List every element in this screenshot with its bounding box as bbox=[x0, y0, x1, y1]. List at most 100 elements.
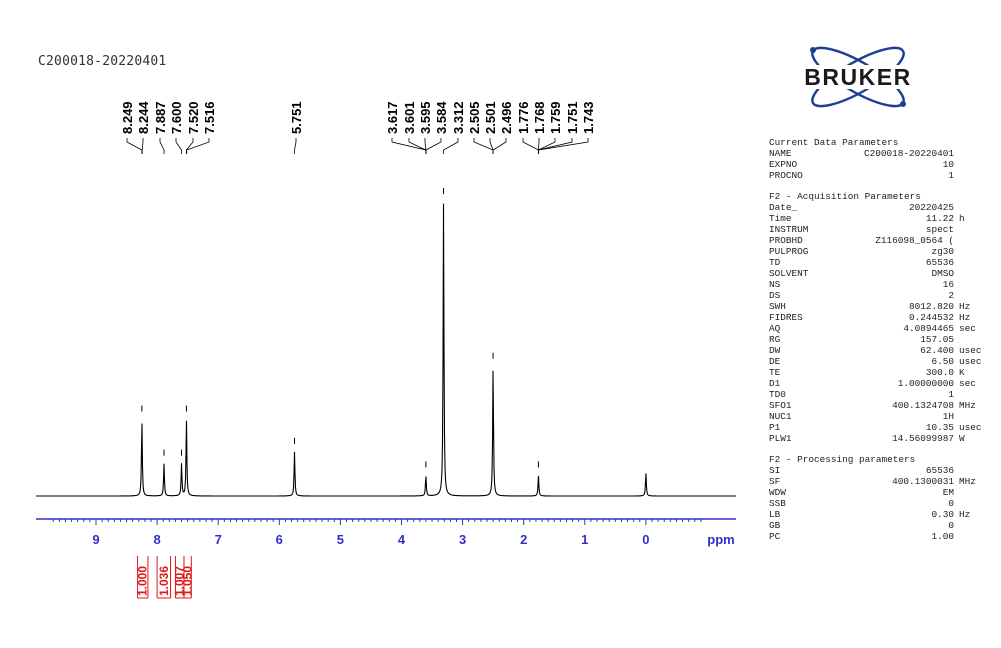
param-row: SWH 8012.820 Hz bbox=[769, 301, 994, 312]
peak-connector bbox=[443, 138, 459, 154]
param-row: WDW EM bbox=[769, 487, 994, 498]
param-value: 300.0 bbox=[925, 367, 954, 378]
param-name: D1 bbox=[769, 378, 781, 389]
param-name: DW bbox=[769, 345, 781, 356]
peak-label: 3.601 bbox=[402, 101, 417, 134]
param-row: LB 0.30 Hz bbox=[769, 509, 994, 520]
param-value: 10.35 bbox=[925, 422, 954, 433]
param-name: INSTRUM bbox=[769, 224, 809, 235]
peak-label: 1.759 bbox=[548, 101, 563, 134]
param-value: 1 bbox=[948, 170, 954, 181]
param-name: Time bbox=[769, 213, 792, 224]
param-value: 10 bbox=[942, 159, 954, 170]
param-value: 1 bbox=[948, 389, 954, 400]
param-unit: h bbox=[959, 213, 965, 224]
peak-label: 1.743 bbox=[581, 101, 596, 134]
param-value: 16 bbox=[942, 279, 954, 290]
peak-connector bbox=[408, 138, 427, 154]
logo-text: BRUKER bbox=[804, 64, 911, 90]
param-unit: usec bbox=[959, 345, 982, 356]
param-name: LB bbox=[769, 509, 781, 520]
x-tick-label: 7 bbox=[215, 532, 222, 547]
integral-value: 1.000 bbox=[136, 566, 150, 596]
param-unit bbox=[954, 170, 959, 181]
param-row: GB 0 bbox=[769, 520, 994, 531]
param-name: PULPROG bbox=[769, 246, 809, 257]
param-unit bbox=[954, 520, 959, 531]
param-unit bbox=[954, 411, 959, 422]
param-name: PC bbox=[769, 531, 781, 542]
param-row: TE 300.0 K bbox=[769, 367, 994, 378]
x-tick-label: 0 bbox=[642, 532, 649, 547]
param-row: SF 400.1300031 MHz bbox=[769, 476, 994, 487]
param-name: NS bbox=[769, 279, 781, 290]
param-value: 1.00000000 bbox=[897, 378, 954, 389]
param-name: SFO1 bbox=[769, 400, 792, 411]
param-name: FIDRES bbox=[769, 312, 803, 323]
x-tick-label: 8 bbox=[153, 532, 160, 547]
param-row: DW 62.400 usec bbox=[769, 345, 994, 356]
param-name: Date_ bbox=[769, 202, 798, 213]
peak-connector bbox=[425, 138, 442, 154]
processing-params-heading: F2 - Processing parameters bbox=[769, 454, 916, 465]
param-row: NAME C200018-20220401 bbox=[769, 148, 994, 159]
param-row: PROBHD Z116098_0564 ( bbox=[769, 235, 994, 246]
peak-label: 8.244 bbox=[136, 101, 151, 134]
param-value: 65536 bbox=[925, 257, 954, 268]
param-value: C200018-20220401 bbox=[863, 148, 954, 159]
param-row: D1 1.00000000 sec bbox=[769, 378, 994, 389]
peak-connector bbox=[522, 138, 539, 154]
param-row: RG 157.05 bbox=[769, 334, 994, 345]
integral-value: 1.050 bbox=[181, 566, 195, 596]
param-row: DS 2 bbox=[769, 290, 994, 301]
peak-label: 2.505 bbox=[467, 101, 482, 134]
peak-label: 3.312 bbox=[451, 101, 466, 134]
x-tick-label: 9 bbox=[92, 532, 99, 547]
nmr-spectrum-chart: 9 8 7 6 5 4 3 2 1 0 ppm 8.249 8.244 7.887 7.600 7.520 7.… bbox=[36, 101, 736, 599]
param-value: 6.50 bbox=[931, 356, 954, 367]
param-value: 400.1324708 bbox=[892, 400, 954, 411]
param-value: 2 bbox=[948, 290, 954, 301]
peak-connector bbox=[159, 138, 165, 154]
peak-label: 1.768 bbox=[532, 101, 547, 134]
peak-label: 5.751 bbox=[289, 101, 304, 134]
param-name: EXPNO bbox=[769, 159, 798, 170]
param-row: EXPNO 10 bbox=[769, 159, 994, 170]
acquisition-parameters: F2 - Acquisition Parameters Date_ 2022042… bbox=[769, 191, 994, 444]
param-row: TD 65536 bbox=[769, 257, 994, 268]
peak-connector bbox=[489, 138, 494, 154]
param-value: spect bbox=[925, 224, 954, 235]
peak-connector bbox=[294, 138, 297, 154]
param-name: SWH bbox=[769, 301, 786, 312]
param-unit: MHz bbox=[959, 400, 976, 411]
peak-connector bbox=[186, 138, 194, 154]
acquisition-params-heading: F2 - Acquisition Parameters bbox=[769, 191, 921, 202]
peak-connector bbox=[175, 138, 182, 154]
param-name: GB bbox=[769, 520, 781, 531]
param-value: 65536 bbox=[925, 465, 954, 476]
peak-label: 2.501 bbox=[483, 101, 498, 134]
spectrum-trace bbox=[36, 203, 736, 497]
param-unit: W bbox=[959, 433, 965, 444]
x-axis-label: ppm bbox=[707, 532, 734, 547]
param-row: SI 65536 bbox=[769, 465, 994, 476]
param-value: 1H bbox=[942, 411, 954, 422]
param-row: DE 6.50 usec bbox=[769, 356, 994, 367]
param-row: SSB 0 bbox=[769, 498, 994, 509]
param-unit bbox=[954, 268, 959, 279]
param-row: Time 11.22 h bbox=[769, 213, 994, 224]
x-tick-label: 5 bbox=[337, 532, 344, 547]
param-unit bbox=[954, 487, 959, 498]
x-tick-label: 2 bbox=[520, 532, 527, 547]
param-unit bbox=[954, 159, 959, 170]
param-row: NS 16 bbox=[769, 279, 994, 290]
param-unit: usec bbox=[959, 422, 982, 433]
param-unit bbox=[954, 148, 959, 159]
param-unit bbox=[954, 498, 959, 509]
peak-label: 7.600 bbox=[169, 101, 184, 134]
param-value: 8012.820 bbox=[908, 301, 954, 312]
peak-connector bbox=[538, 138, 556, 154]
param-unit bbox=[954, 290, 959, 301]
peak-connector bbox=[492, 138, 507, 154]
x-tick-label: 4 bbox=[398, 532, 406, 547]
